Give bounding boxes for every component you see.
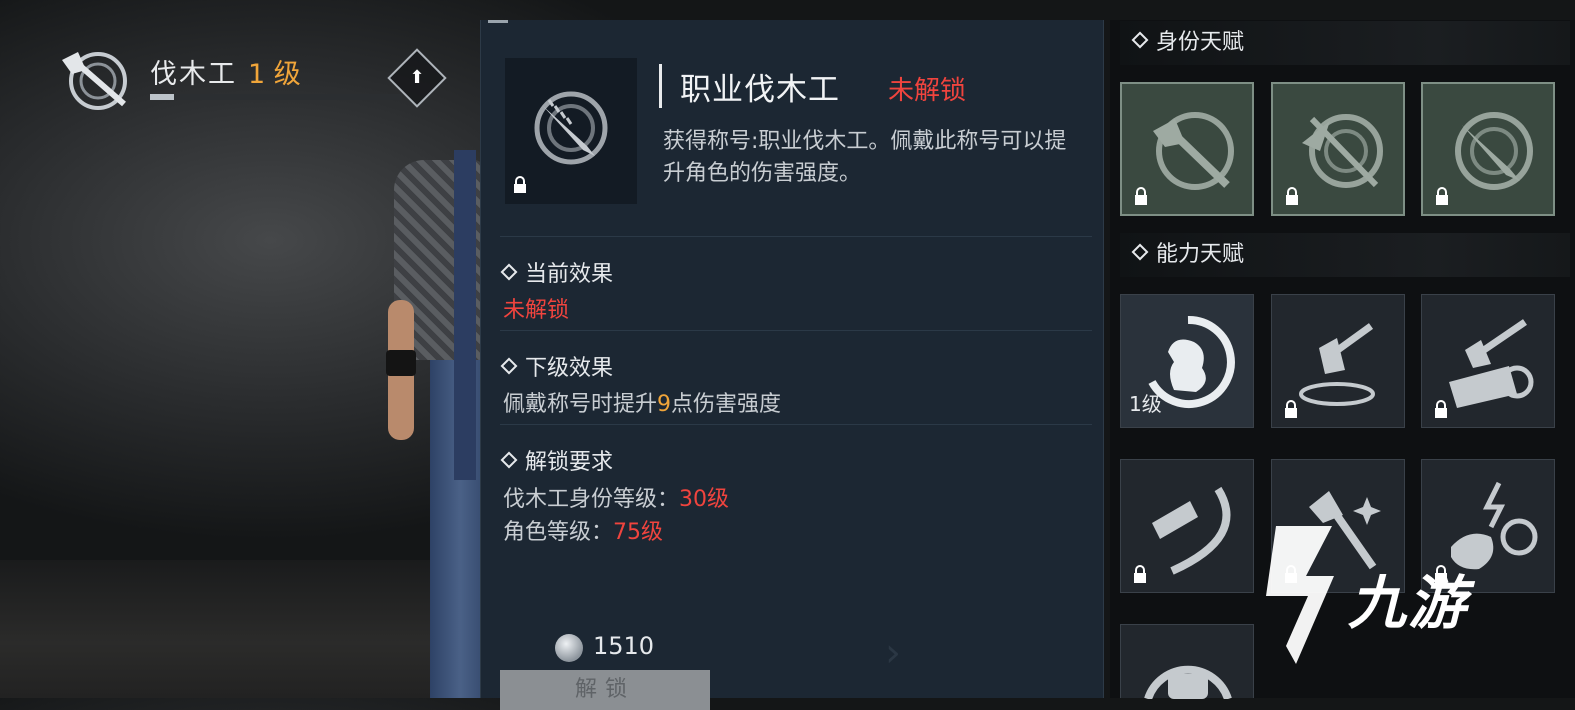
watermark-text: 九游: [1348, 569, 1469, 637]
next-effect-heading: 下级效果: [500, 350, 613, 382]
identity-talent-tile[interactable]: [1120, 82, 1254, 216]
requirements-heading: 解锁要求: [500, 444, 613, 476]
lock-icon: [1285, 400, 1297, 418]
chainsaw-slash-icon: [1152, 486, 1231, 575]
requirement-character-level: 角色等级：75级: [503, 520, 664, 545]
chevron-right-icon: ›: [885, 630, 901, 676]
talent-status: 未解锁: [888, 76, 967, 106]
requirement-identity-level: 伐木工身份等级：30级: [503, 487, 730, 512]
lock-icon: [1134, 565, 1146, 583]
lock-icon: [1135, 187, 1147, 205]
identity-talents-heading: 身份天赋: [1120, 21, 1570, 65]
lock-icon: [1435, 400, 1447, 418]
ability-talents-heading: 能力天赋: [1120, 233, 1570, 277]
divider: [500, 236, 1092, 237]
talent-title: 职业伐木工: [680, 72, 840, 108]
axe-log-icon: [1449, 319, 1534, 408]
axe-stump-icon: [1153, 112, 1234, 190]
saw-stump-icon: [1455, 112, 1533, 190]
current-effect-heading: 当前效果: [500, 256, 613, 288]
lock-icon: [1286, 187, 1298, 205]
ability-talent-tile[interactable]: 1级: [1120, 294, 1254, 428]
unlock-cost: 1510: [593, 632, 655, 660]
talent-icon-frame: [505, 58, 637, 204]
ability-talent-tile[interactable]: [1120, 624, 1254, 699]
axe-stump-icon: [62, 52, 127, 110]
divider: [500, 330, 1092, 331]
ability-talent-tile[interactable]: [1120, 459, 1254, 593]
next-effect-number: 9: [657, 392, 672, 417]
divider: [500, 424, 1092, 425]
class-name: 伐木工: [150, 59, 237, 90]
silver-coin-icon: [555, 634, 583, 662]
ability-talent-tile[interactable]: [1271, 294, 1405, 428]
fist-icon: [1144, 665, 1232, 699]
panel-corner-mark: [488, 20, 508, 23]
axe-in-ground-icon: [1299, 323, 1375, 406]
character-model: [380, 150, 490, 698]
lock-icon: [514, 176, 526, 193]
lock-icon: [1436, 187, 1448, 205]
identity-talent-tile[interactable]: [1271, 82, 1405, 216]
upload-arrow-icon: ⬆: [409, 67, 425, 88]
ability-talent-tile[interactable]: [1421, 294, 1555, 428]
identity-talent-tile[interactable]: [1421, 82, 1555, 216]
class-exp-bar: [150, 94, 402, 100]
saw-stump-icon: [534, 91, 608, 165]
talent-level: 1级: [1129, 392, 1162, 416]
next-effect-value: 佩戴称号时提升9点伤害强度: [503, 392, 782, 417]
current-effect-value: 未解锁: [503, 298, 570, 323]
crossed-axe-stump-icon: [1302, 114, 1383, 188]
unlock-button[interactable]: 解锁: [500, 670, 710, 710]
title-accent-bar: [659, 64, 662, 108]
talent-description: 获得称号:职业伐木工。佩戴此称号可以提升角色的伤害强度。: [663, 129, 1067, 186]
class-level: 1 级: [248, 59, 301, 90]
